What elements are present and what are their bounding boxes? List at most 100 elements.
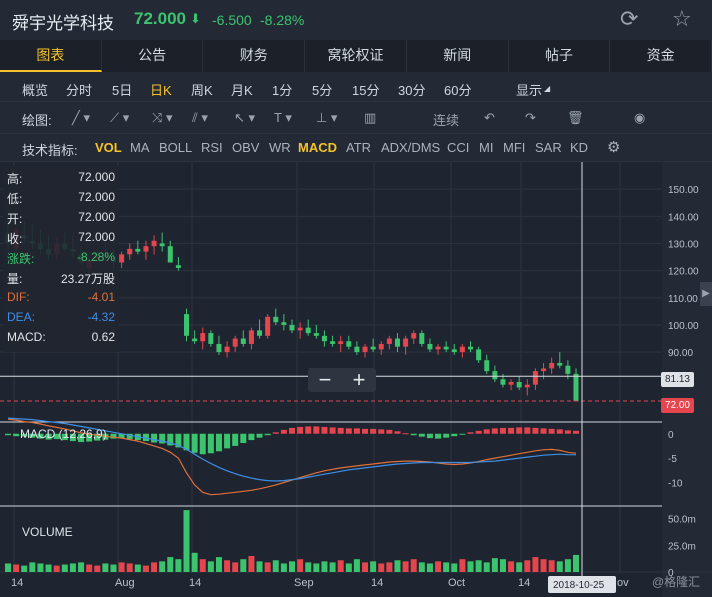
indicator-obv[interactable]: OBV bbox=[232, 140, 259, 155]
tab-chart[interactable]: 图表 bbox=[0, 40, 102, 72]
period-1min[interactable]: 1分 bbox=[272, 80, 292, 99]
tab-financials[interactable]: 财务 bbox=[203, 40, 306, 72]
period-intraday[interactable]: 分时 bbox=[66, 80, 92, 99]
zoom-in-button[interactable]: + bbox=[342, 368, 376, 392]
candle-body bbox=[289, 324, 295, 331]
info-key: 量: bbox=[7, 272, 23, 286]
arrow-tool-icon[interactable]: ↖ ▾ bbox=[234, 110, 255, 126]
star-icon[interactable]: ☆ bbox=[672, 6, 692, 32]
drawing-toolbar: 绘图: ╱ ▾ ⟋ ▾ ⤨ ▾ ⫽ ▾ ↖ ▾ T ▾ ⊥ ▾ ▥ 连续 ↶ ↷… bbox=[0, 102, 712, 134]
indicator-macd[interactable]: MACD bbox=[298, 140, 337, 155]
volume-bar bbox=[345, 563, 352, 572]
candle-body bbox=[443, 346, 449, 350]
info-row: MACD: 0.62 bbox=[7, 330, 115, 346]
indicator-mfi[interactable]: MFI bbox=[503, 140, 525, 155]
tab-announcements[interactable]: 公告 bbox=[102, 40, 204, 72]
indicator-atr[interactable]: ATR bbox=[346, 140, 371, 155]
text-tool-icon[interactable]: T ▾ bbox=[274, 110, 292, 126]
info-key: 开: bbox=[7, 212, 23, 226]
price-axis-label: 130.00 bbox=[668, 239, 699, 250]
volume-bar bbox=[418, 562, 425, 572]
indicator-vol[interactable]: VOL bbox=[95, 140, 122, 155]
measure-tool-icon[interactable]: ⊥ ▾ bbox=[316, 110, 337, 126]
volume-bar bbox=[508, 561, 515, 572]
date-tooltip: 2018-10-25 bbox=[553, 580, 605, 591]
indicator-ma[interactable]: MA bbox=[130, 140, 150, 155]
indicator-cci[interactable]: CCI bbox=[447, 140, 469, 155]
volume-bar bbox=[483, 562, 490, 572]
period-5min[interactable]: 5分 bbox=[312, 80, 332, 99]
indicator-sar[interactable]: SAR bbox=[535, 140, 562, 155]
line-tool-icon[interactable]: ╱ ▾ bbox=[72, 110, 90, 126]
volume-bar bbox=[378, 563, 385, 572]
zoom-out-button[interactable]: − bbox=[308, 368, 342, 392]
volume-bar bbox=[183, 510, 190, 572]
macd-histogram-bar bbox=[224, 433, 231, 449]
bars-tool-icon[interactable]: ▥ bbox=[364, 110, 376, 126]
indicator-mi[interactable]: MI bbox=[479, 140, 493, 155]
macd-histogram-bar bbox=[272, 432, 279, 434]
period-overview[interactable]: 概览 bbox=[22, 80, 48, 99]
refresh-icon[interactable]: ⟳ bbox=[620, 6, 638, 32]
caret-icon: ◢ bbox=[544, 84, 551, 93]
trash-icon[interactable]: 🗑 bbox=[567, 110, 584, 126]
tab-capital[interactable]: 资金 bbox=[610, 40, 712, 72]
info-row: 收: 72.000 bbox=[7, 230, 115, 246]
wave-tool-icon[interactable]: ⤨ ▾ bbox=[152, 110, 173, 126]
price-change-percent: -8.28% bbox=[260, 12, 305, 28]
period-monthly-k[interactable]: 月K bbox=[231, 80, 253, 99]
period-15min[interactable]: 15分 bbox=[352, 80, 379, 99]
indicator-kd[interactable]: KD bbox=[570, 140, 588, 155]
x-axis-label: Sep bbox=[294, 577, 314, 589]
eye-icon[interactable]: ◉ bbox=[634, 110, 645, 126]
display-menu[interactable]: 显示 bbox=[516, 80, 542, 99]
macd-histogram-bar bbox=[386, 429, 393, 434]
indicator-adx[interactable]: ADX/DMS bbox=[381, 140, 440, 155]
connect-toggle[interactable]: 连续 bbox=[433, 110, 459, 129]
undo-icon[interactable]: ↶ bbox=[484, 110, 495, 126]
macd-histogram-bar bbox=[256, 433, 263, 438]
tab-warrants[interactable]: 窝轮权证 bbox=[305, 40, 407, 72]
fib-tool-icon[interactable]: ⫽ ▾ bbox=[192, 110, 208, 126]
macd-histogram-bar bbox=[467, 432, 474, 434]
quote-header: 舜宇光学科技 72.000 ⬇ -6.500 -8.28% ⟳ ☆ bbox=[0, 0, 712, 40]
expand-right-icon[interactable]: ▶ bbox=[700, 282, 712, 306]
candle-body bbox=[167, 246, 173, 263]
volume-bar bbox=[289, 561, 295, 572]
settings-gear-icon[interactable]: ⚙ bbox=[607, 138, 620, 156]
volume-bar bbox=[556, 561, 563, 572]
period-30min[interactable]: 30分 bbox=[398, 80, 425, 99]
tab-news[interactable]: 新闻 bbox=[407, 40, 509, 72]
volume-bar bbox=[329, 562, 336, 572]
redo-icon[interactable]: ↷ bbox=[525, 110, 536, 126]
volume-bar bbox=[435, 561, 442, 572]
volume-bar bbox=[151, 562, 158, 572]
volume-bar bbox=[370, 561, 377, 572]
candle-body bbox=[330, 341, 336, 344]
macd-histogram-bar bbox=[151, 433, 158, 443]
period-60min[interactable]: 60分 bbox=[444, 80, 471, 99]
channel-tool-icon[interactable]: ⟋ ▾ bbox=[110, 110, 129, 126]
candle-body bbox=[346, 341, 352, 347]
volume-bar bbox=[240, 559, 247, 572]
zoom-control: − + bbox=[308, 368, 376, 392]
macd-histogram-bar bbox=[207, 433, 214, 454]
x-axis-label: 14 bbox=[371, 577, 383, 589]
period-weekly-k[interactable]: 周K bbox=[191, 80, 213, 99]
indicator-boll[interactable]: BOLL bbox=[159, 140, 192, 155]
candle-body bbox=[565, 365, 571, 374]
price-axis-label: 140.00 bbox=[668, 212, 699, 223]
tab-posts[interactable]: 帖子 bbox=[509, 40, 611, 72]
period-daily-k[interactable]: 日K bbox=[150, 80, 172, 99]
macd-histogram-bar bbox=[516, 427, 523, 434]
info-value: 0.62 bbox=[91, 330, 115, 344]
period-5day[interactable]: 5日 bbox=[112, 80, 132, 99]
candle-body bbox=[516, 381, 522, 388]
volume-bar bbox=[167, 557, 174, 572]
indicator-wr[interactable]: WR bbox=[269, 140, 291, 155]
volume-bar bbox=[353, 559, 360, 572]
info-value: -4.01 bbox=[87, 290, 115, 304]
macd-histogram-bar bbox=[280, 429, 287, 434]
macd-histogram-bar bbox=[337, 427, 344, 434]
indicator-rsi[interactable]: RSI bbox=[201, 140, 223, 155]
